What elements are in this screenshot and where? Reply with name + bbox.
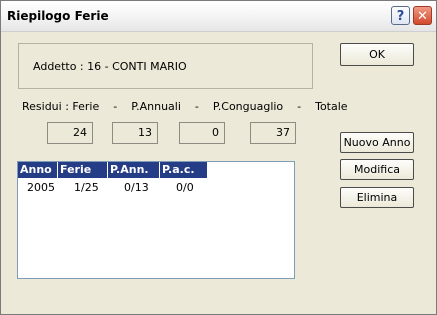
cell-anno: 2005 <box>27 181 55 194</box>
title-bar[interactable]: Riepilogo Ferie ? ✕ <box>1 1 436 32</box>
listview-header: Anno Ferie P.Ann. P.a.c. <box>18 162 294 178</box>
cell-pann: 0/13 <box>124 181 149 194</box>
ferie-listview[interactable]: Anno Ferie P.Ann. P.a.c. 2005 1/25 0/13 … <box>17 161 295 279</box>
modifica-button[interactable]: Modifica <box>340 159 414 180</box>
addetto-label: Addetto : 16 - CONTI MARIO <box>33 60 187 73</box>
ok-button[interactable]: OK <box>340 43 414 66</box>
column-header-pann[interactable]: P.Ann. <box>108 162 160 178</box>
close-button[interactable]: ✕ <box>413 6 432 25</box>
window-title: Riepilogo Ferie <box>7 9 109 23</box>
elimina-button[interactable]: Elimina <box>340 187 414 208</box>
table-row[interactable]: 2005 1/25 0/13 0/0 <box>18 181 294 195</box>
residui-label-text: Residui : Ferie - P.Annuali - P.Conguagl… <box>22 100 348 113</box>
column-header-pac[interactable]: P.a.c. <box>160 162 208 178</box>
column-header-ferie[interactable]: Ferie <box>58 162 108 178</box>
ferie-field: 24 <box>47 122 93 144</box>
p-conguaglio-field: 0 <box>179 122 225 144</box>
nuovo-anno-button[interactable]: Nuovo Anno <box>340 132 414 153</box>
cell-pac: 0/0 <box>176 181 194 194</box>
help-button[interactable]: ? <box>391 6 410 25</box>
totale-field: 37 <box>250 122 296 144</box>
column-header-anno[interactable]: Anno <box>18 162 58 178</box>
addetto-groupbox: Addetto : 16 - CONTI MARIO <box>18 43 313 89</box>
p-annuali-field: 13 <box>112 122 158 144</box>
residui-labels: Residui : Ferie - P.Annuali - P.Conguagl… <box>22 100 348 113</box>
cell-ferie: 1/25 <box>74 181 99 194</box>
riepilogo-ferie-dialog: Riepilogo Ferie ? ✕ Addetto : 16 - CONTI… <box>0 0 437 315</box>
